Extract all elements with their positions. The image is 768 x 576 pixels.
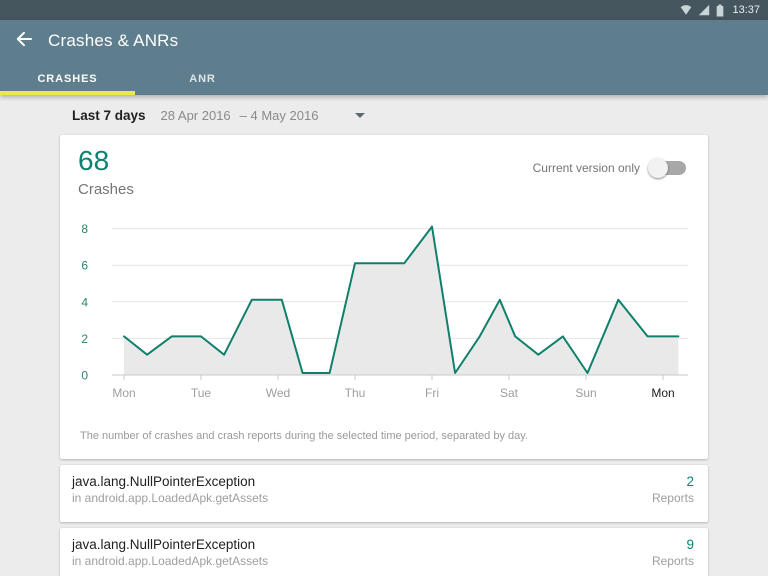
svg-text:8: 8 [81, 222, 88, 236]
status-time: 13:37 [732, 4, 760, 16]
crash-exception-location: in android.app.LoadedApk.getAssets [72, 554, 268, 568]
svg-text:2: 2 [81, 332, 88, 346]
page-title: Crashes & ANRs [48, 31, 178, 51]
svg-text:Wed: Wed [266, 386, 290, 400]
reports-label: Reports [652, 554, 694, 568]
svg-text:Fri: Fri [425, 386, 439, 400]
crash-item-reports: 9 Reports [652, 537, 694, 576]
tab-bar: CRASHES ANR [0, 62, 768, 95]
date-range-start: 28 Apr 2016 [161, 108, 231, 123]
svg-text:Mon: Mon [651, 386, 674, 400]
reports-label: Reports [652, 491, 694, 505]
status-bar: 13:37 [0, 0, 768, 20]
date-range-selector[interactable]: Last 7 days 28 Apr 2016 – 4 May 2016 [0, 95, 768, 135]
crash-list-item[interactable]: java.lang.NullPointerException in androi… [60, 465, 708, 522]
svg-text:6: 6 [81, 259, 88, 273]
crash-count: 68 [78, 145, 134, 177]
svg-text:Sat: Sat [500, 386, 519, 400]
crash-count-label: Crashes [78, 181, 134, 199]
reports-count: 9 [652, 537, 694, 552]
back-arrow-icon [15, 30, 33, 53]
crash-exception-title: java.lang.NullPointerException [72, 537, 268, 552]
date-range-end: – 4 May 2016 [240, 108, 319, 123]
svg-text:4: 4 [81, 295, 88, 309]
tab-crashes[interactable]: CRASHES [0, 62, 135, 95]
back-button[interactable] [10, 27, 38, 55]
date-range-label: Last 7 days [72, 108, 146, 123]
dropdown-caret-icon [355, 113, 365, 118]
tab-active-indicator [0, 91, 135, 95]
crash-item-reports: 2 Reports [652, 474, 694, 522]
current-version-toggle[interactable] [652, 161, 686, 175]
svg-text:Tue: Tue [191, 386, 212, 400]
crashes-line-chart: 0 2 4 6 8 Mon Tue Wed Thu Fri Sat Sun Mon [76, 218, 692, 408]
crash-list-item[interactable]: java.lang.NullPointerException in androi… [60, 528, 708, 576]
app-header: Crashes & ANRs CRASHES ANR [0, 20, 768, 95]
svg-text:0: 0 [81, 369, 88, 383]
toggle-knob [648, 158, 668, 178]
crash-total: 68 Crashes [78, 145, 134, 199]
svg-text:Mon: Mon [112, 386, 135, 400]
svg-text:Thu: Thu [345, 386, 366, 400]
cellular-signal-icon [698, 4, 710, 16]
crash-item-text: java.lang.NullPointerException in androi… [72, 474, 268, 522]
tab-anr-label: ANR [189, 73, 216, 85]
svg-text:Sun: Sun [575, 386, 596, 400]
toggle-label: Current version only [533, 161, 640, 175]
battery-icon [716, 4, 724, 17]
crashes-chart: 0 2 4 6 8 Mon Tue Wed Thu Fri Sat Sun Mon [60, 218, 708, 408]
crash-exception-title: java.lang.NullPointerException [72, 474, 268, 489]
tab-crashes-label: CRASHES [37, 73, 97, 85]
chart-caption: The number of crashes and crash reports … [60, 408, 708, 442]
summary-card-header: 68 Crashes Current version only [60, 135, 708, 199]
crash-exception-location: in android.app.LoadedApk.getAssets [72, 491, 268, 505]
wifi-icon [680, 4, 692, 16]
screen: 13:37 Crashes & ANRs CRASHES ANR Last 7 … [0, 0, 768, 576]
tab-anr[interactable]: ANR [135, 62, 270, 95]
current-version-filter: Current version only [533, 157, 690, 179]
crashes-summary-card: 68 Crashes Current version only 02468Mon… [60, 135, 708, 459]
app-bar: Crashes & ANRs [0, 20, 768, 62]
reports-count: 2 [652, 474, 694, 489]
crash-item-text: java.lang.NullPointerException in androi… [72, 537, 268, 576]
